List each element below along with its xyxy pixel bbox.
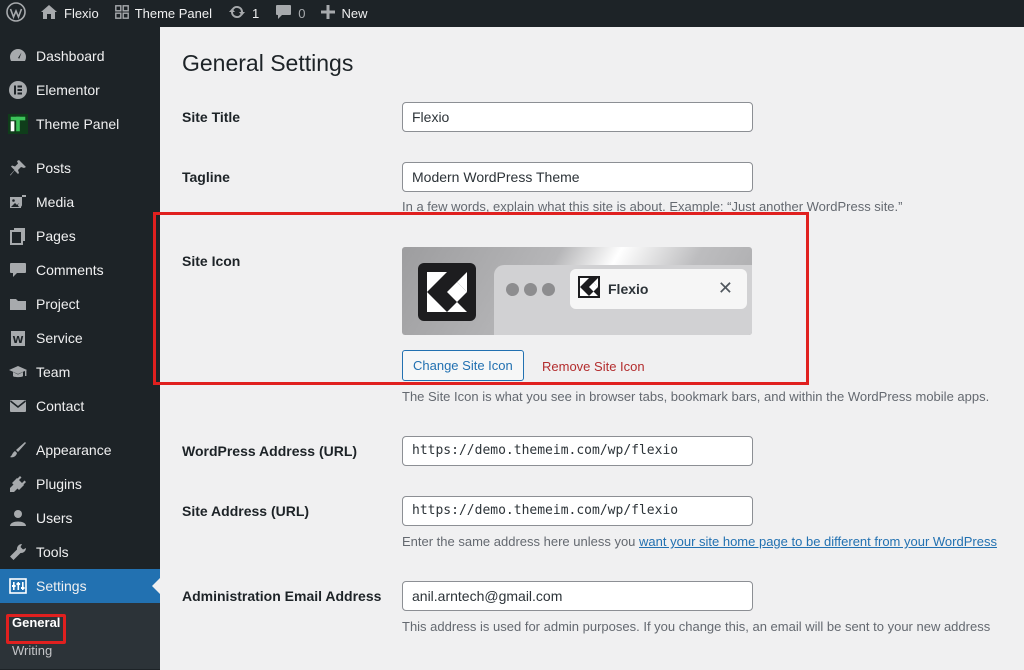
new-content-menu[interactable]: New [313,0,375,27]
admin-email-label: Administration Email Address [182,588,382,604]
admin-email-description: This address is used for admin purposes.… [402,619,991,634]
wordpress-logo-icon [6,2,26,25]
updates-count: 1 [252,6,260,21]
sidebar-item-posts[interactable]: Posts [0,151,160,185]
service-icon: W [8,328,28,348]
site-icon-description: The Site Icon is what you see in browser… [402,389,990,404]
sidebar-item-settings[interactable]: Settings [0,569,160,603]
sidebar-item-contact[interactable]: Contact [0,389,160,423]
sidebar-item-comments[interactable]: Comments [0,253,160,287]
sidebar-item-team[interactable]: Team [0,355,160,389]
admin-bar: Flexio Theme Panel 1 0 New [0,0,1024,27]
sidebar-item-label: Pages [36,228,76,244]
sidebar-item-appearance[interactable]: Appearance [0,433,160,467]
grid-icon [114,5,129,22]
sidebar-item-label: Project [36,296,80,312]
sidebar-item-dashboard[interactable]: Dashboard [0,39,160,73]
updates-menu[interactable]: 1 [220,0,267,27]
site-icon-highlight-box [153,212,809,385]
general-highlight-box [6,614,66,644]
site-title-input[interactable]: Flexio [402,102,753,132]
settings-icon [8,576,28,596]
wrench-icon [8,542,28,562]
sidebar-item-label: Dashboard [36,48,105,64]
sidebar-item-elementor[interactable]: Elementor [0,73,160,107]
sidebar-item-plugins[interactable]: Plugins [0,467,160,501]
tagline-label: Tagline [182,169,230,185]
admin-sidebar: Dashboard Elementor Theme Panel Posts Me… [0,27,160,670]
comment-bubble-icon [275,4,292,23]
site-name-label: Flexio [64,6,99,21]
team-icon [8,362,28,382]
sidebar-item-label: Posts [36,160,72,176]
sidebar-item-label: Plugins [36,476,82,492]
svg-text:W: W [12,335,23,346]
user-icon [8,508,28,528]
site-address-desc-text: Enter the same address here unless you [402,534,640,549]
sidebar-item-label: Theme Panel [36,116,120,132]
sidebar-item-project[interactable]: Project [0,287,160,321]
pages-icon [8,226,28,246]
site-address-description: Enter the same address here unless you w… [402,534,997,549]
elementor-icon [8,80,28,100]
wordpress-address-label: WordPress Address (URL) [182,443,358,459]
site-name-menu[interactable]: Flexio [32,0,107,27]
sidebar-item-label: Tools [36,544,69,560]
sidebar-item-label: Appearance [36,442,112,458]
mail-icon [8,396,28,416]
page-title: General Settings [182,50,354,76]
sidebar-item-tools[interactable]: Tools [0,535,160,569]
site-address-label: Site Address (URL) [182,503,310,519]
wordpress-logo-menu[interactable] [0,0,32,27]
sidebar-item-label: Service [36,330,83,346]
pin-icon [8,158,28,178]
site-title-label: Site Title [182,109,241,125]
site-address-input[interactable]: https://demo.themeim.com/wp/flexio [402,496,753,526]
sidebar-item-label: Comments [36,262,104,278]
site-address-help-link[interactable]: want your site home page to be different… [639,534,997,549]
sidebar-item-label: Elementor [36,82,100,98]
tagline-input[interactable]: Modern WordPress Theme [402,162,753,192]
sidebar-item-service[interactable]: W Service [0,321,160,355]
plus-icon [321,5,336,22]
updates-icon [228,4,246,23]
sidebar-item-users[interactable]: Users [0,501,160,535]
sidebar-item-label: Media [36,194,75,210]
sidebar-item-label: Contact [36,398,85,414]
sidebar-item-label: Users [36,510,73,526]
plugin-icon [8,474,28,494]
comments-menu[interactable]: 0 [267,0,313,27]
home-icon [40,4,58,23]
admin-email-input[interactable]: anil.arntech@gmail.com [402,581,753,611]
media-icon [8,192,28,212]
folder-icon [8,294,28,314]
new-label: New [341,6,368,21]
wordpress-address-input[interactable]: https://demo.themeim.com/wp/flexio [402,436,753,466]
dashboard-icon [8,46,28,66]
sidebar-item-label: Settings [36,578,87,594]
brush-icon [8,440,28,460]
sidebar-item-media[interactable]: Media [0,185,160,219]
sidebar-item-pages[interactable]: Pages [0,219,160,253]
comment-icon [8,260,28,280]
sidebar-item-theme-panel[interactable]: Theme Panel [0,107,160,141]
theme-panel-label: Theme Panel [134,6,213,21]
sidebar-item-label: Team [36,364,71,380]
comments-count: 0 [298,6,306,21]
theme-panel-menu[interactable]: Theme Panel [107,0,220,27]
theme-panel-icon [8,114,28,134]
